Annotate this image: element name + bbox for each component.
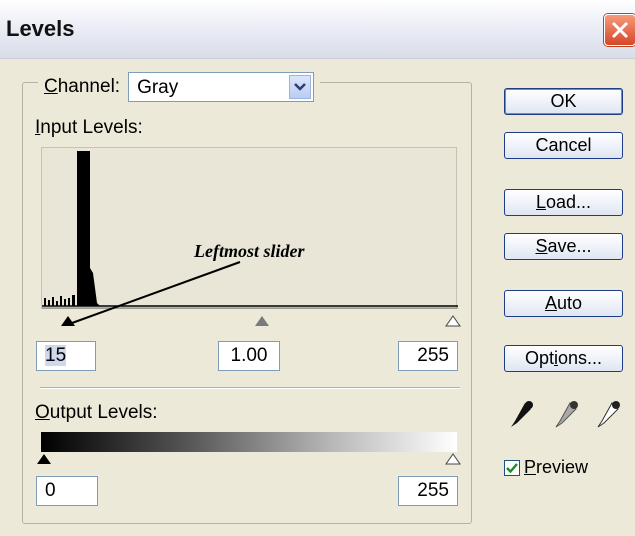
input-white-slider[interactable] (445, 315, 461, 327)
save-button[interactable]: Save... (504, 233, 623, 260)
black-eyedropper-icon[interactable] (509, 399, 535, 429)
divider (40, 387, 460, 389)
input-gamma-field[interactable]: 1.00 (218, 341, 280, 371)
auto-button[interactable]: Auto (504, 290, 623, 317)
input-black-slider[interactable] (60, 315, 76, 327)
close-icon (611, 21, 629, 39)
preview-label: Preview (524, 457, 589, 477)
dialog-body: Channel: Gray Input Levels: Leftmost sli… (0, 59, 635, 536)
close-button[interactable] (604, 14, 635, 46)
output-white-slider[interactable] (445, 453, 461, 465)
input-gamma-slider[interactable] (254, 315, 270, 327)
input-black-field[interactable]: 15 (36, 341, 96, 371)
preview-toggle[interactable]: Preview (504, 457, 588, 478)
cancel-button[interactable]: Cancel (504, 132, 623, 159)
output-gradient-bar (41, 432, 457, 452)
white-eyedropper-icon[interactable] (596, 399, 622, 429)
input-white-field[interactable]: 255 (398, 341, 458, 371)
options-button[interactable]: Options... (504, 345, 623, 372)
output-black-field[interactable]: 0 (36, 476, 98, 506)
ok-button[interactable]: OK (504, 88, 623, 115)
output-white-field[interactable]: 255 (398, 476, 458, 506)
checkmark-icon (506, 462, 518, 473)
preview-checkbox[interactable] (504, 459, 520, 476)
output-levels-label: Output Levels: (35, 402, 158, 423)
output-black-slider[interactable] (36, 453, 52, 465)
title-bar: Levels (0, 0, 635, 59)
dialog-title: Levels (6, 16, 75, 41)
gray-eyedropper-icon[interactable] (554, 399, 580, 429)
load-button[interactable]: Load... (504, 189, 623, 216)
